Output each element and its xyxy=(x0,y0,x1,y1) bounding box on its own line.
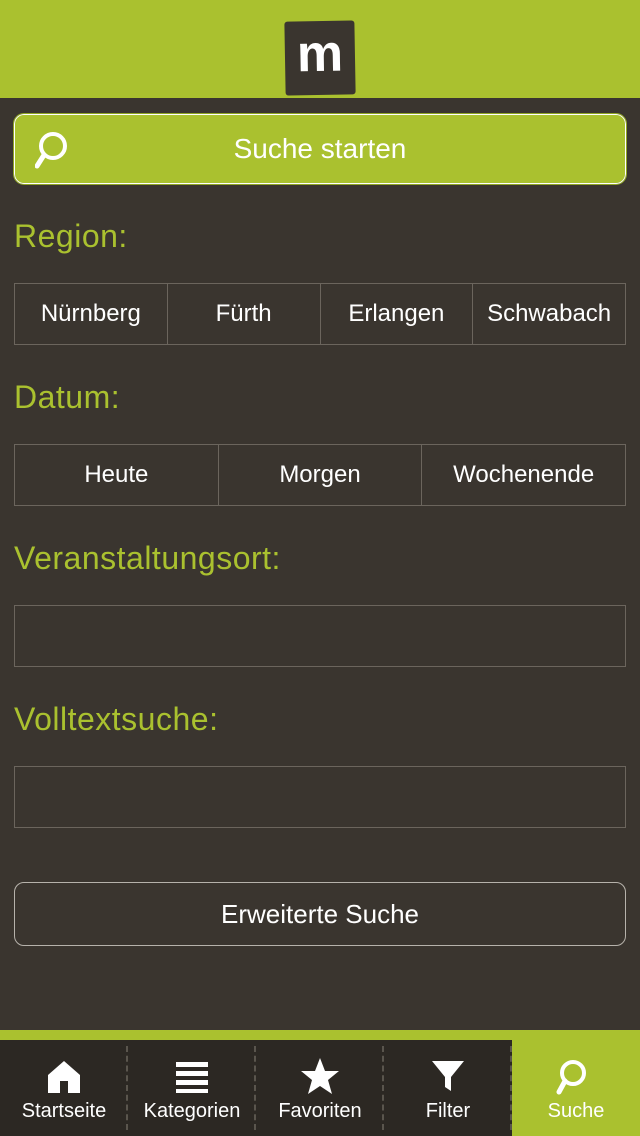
search-icon xyxy=(35,128,77,170)
nav-search-label: Suche xyxy=(548,1101,605,1121)
app-logo-text: m xyxy=(296,28,343,81)
region-option[interactable]: Nürnberg xyxy=(14,283,168,345)
advanced-search-button[interactable]: Erweiterte Suche xyxy=(14,882,626,946)
app-header: m xyxy=(0,0,640,98)
nav-categories-label: Kategorien xyxy=(144,1101,241,1121)
fulltext-input[interactable] xyxy=(14,766,626,828)
date-label: Datum: xyxy=(14,379,626,416)
nav-home-label: Startseite xyxy=(22,1101,106,1121)
nav-search[interactable]: Suche xyxy=(512,1040,640,1136)
nav-home[interactable]: Startseite xyxy=(0,1040,128,1136)
nav-favorites[interactable]: Favoriten xyxy=(256,1040,384,1136)
venue-label: Veranstaltungsort: xyxy=(14,540,626,577)
date-group: Heute Morgen Wochenende xyxy=(14,444,626,506)
fulltext-label: Volltextsuche: xyxy=(14,701,626,738)
star-icon xyxy=(299,1055,341,1097)
advanced-search-label: Erweiterte Suche xyxy=(221,899,419,930)
region-option[interactable]: Fürth xyxy=(168,283,321,345)
venue-input[interactable] xyxy=(14,605,626,667)
date-option[interactable]: Heute xyxy=(14,444,219,506)
region-label: Region: xyxy=(14,218,626,255)
home-icon xyxy=(44,1055,84,1097)
nav-filter[interactable]: Filter xyxy=(384,1040,512,1136)
bottom-nav: Startseite Kategorien Favoriten Filter xyxy=(0,1040,640,1136)
start-search-label: Suche starten xyxy=(234,133,407,165)
funnel-icon xyxy=(429,1055,467,1097)
nav-filter-label: Filter xyxy=(426,1101,470,1121)
start-search-button[interactable]: Suche starten xyxy=(14,114,626,184)
search-form: Suche starten Region: Nürnberg Fürth Erl… xyxy=(0,98,640,946)
nav-categories[interactable]: Kategorien xyxy=(128,1040,256,1136)
date-option[interactable]: Wochenende xyxy=(422,444,626,506)
region-group: Nürnberg Fürth Erlangen Schwabach xyxy=(14,283,626,345)
search-icon xyxy=(556,1055,596,1097)
accent-strip xyxy=(0,1030,640,1040)
nav-favorites-label: Favoriten xyxy=(278,1101,361,1121)
list-icon xyxy=(172,1055,212,1097)
region-option[interactable]: Erlangen xyxy=(321,283,474,345)
app-logo: m xyxy=(284,20,355,95)
region-option[interactable]: Schwabach xyxy=(473,283,626,345)
date-option[interactable]: Morgen xyxy=(219,444,423,506)
